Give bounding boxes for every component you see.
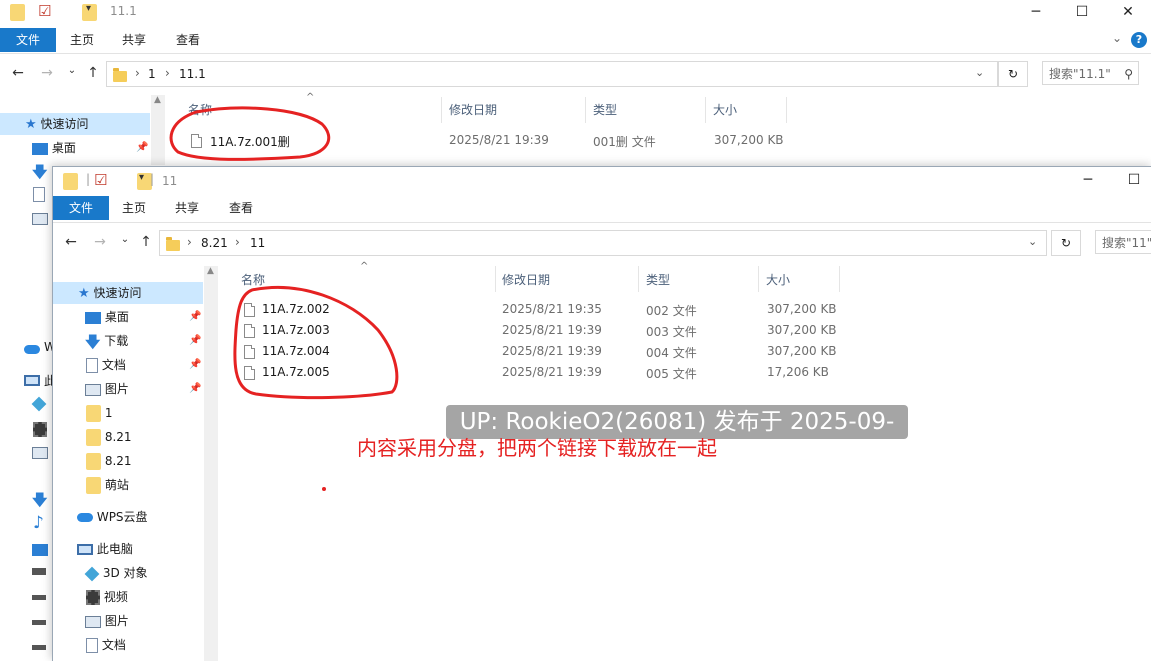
annotation-layer	[169, 106, 399, 400]
annotation-caption: 内容采用分盘，把两个链接下载放在一起	[357, 436, 717, 460]
annotation-circle-front	[233, 285, 399, 400]
annotation-dot	[322, 487, 326, 491]
annotation-circle-back	[169, 106, 331, 161]
